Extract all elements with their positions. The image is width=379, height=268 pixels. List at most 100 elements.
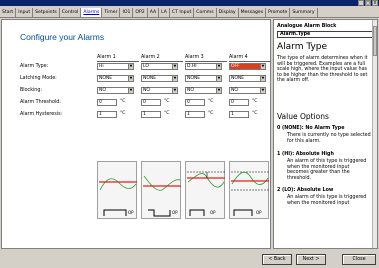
- tab-comms[interactable]: Comms: [194, 8, 217, 17]
- alarm-4-signal: [231, 171, 269, 185]
- title-bar: _ □ x: [0, 0, 379, 6]
- alarm-1-type-value: Hi: [99, 64, 104, 69]
- alarm-4-latching-select[interactable]: NONE ▼: [229, 75, 266, 82]
- alarm-3-output-trace: [189, 209, 205, 216]
- chevron-down-icon: ▼: [128, 76, 133, 81]
- alarm-2-hysteresis-input[interactable]: 1: [141, 111, 161, 118]
- minimize-icon[interactable]: _: [358, 0, 364, 6]
- alarm-1-op-label: OP: [128, 210, 134, 215]
- back-button[interactable]: < Back: [262, 254, 292, 265]
- alarm-1-graph: OP: [97, 161, 137, 219]
- help-header: Analogue Alarm Block: [277, 24, 337, 29]
- alarm-2-output-trace: [148, 209, 171, 217]
- tab-promote[interactable]: Promote: [266, 8, 291, 17]
- alarm-3-threshold-unit: °C: [208, 99, 214, 104]
- alarm-2-latching-value: NONE: [143, 76, 157, 81]
- alarm-2-op-label: OP: [172, 210, 178, 215]
- value-options-heading: Value Options: [277, 112, 329, 121]
- tab-display[interactable]: Display: [217, 8, 239, 17]
- alarm-3-graph: OP: [185, 161, 225, 219]
- alarm-3-latching-select[interactable]: NONE ▼: [185, 75, 222, 82]
- window-controls: _ □ x: [358, 0, 378, 6]
- tab-aa[interactable]: AA: [148, 8, 160, 17]
- alarm-2-blocking-select[interactable]: NO ▼: [141, 87, 178, 94]
- tab-input[interactable]: Input: [16, 8, 34, 17]
- help-parameter-path: Alarm.Type: [277, 31, 376, 38]
- option-hi-text: An alarm of this type is triggered when …: [287, 159, 367, 181]
- alarm-4-blocking-select[interactable]: NO ▼: [229, 87, 266, 94]
- tab-setpoints[interactable]: Setpoints: [33, 8, 60, 17]
- config-window: _ □ x Start Input Setpoints Control Alar…: [0, 0, 379, 268]
- alarm-1-latching-value: NONE: [99, 76, 113, 81]
- chevron-down-icon: ▼: [216, 88, 221, 93]
- chevron-down-icon: ▼: [260, 64, 265, 69]
- close-button[interactable]: Close: [342, 254, 376, 265]
- alarm-2-heading: Alarm 2: [141, 55, 183, 62]
- alarm-1-hysteresis-input[interactable]: 1: [97, 111, 117, 118]
- alarm-1-heading: Alarm 1: [97, 55, 139, 62]
- alarm-2-type-value: LO: [143, 64, 149, 69]
- maximize-icon[interactable]: □: [365, 0, 371, 6]
- alarm-threshold-label: Alarm Threshold:: [20, 100, 61, 105]
- alarm-1-signal: [99, 178, 137, 191]
- alarm-2-threshold-input[interactable]: 0: [141, 99, 161, 106]
- alarm-4-graph: OP: [229, 161, 269, 219]
- alarm-3-threshold-input[interactable]: 0: [185, 99, 205, 106]
- alarm-3-blocking-select[interactable]: NO ▼: [185, 87, 222, 94]
- alarm-1-latching-select[interactable]: NONE ▼: [97, 75, 134, 82]
- alarm-2-latching-select[interactable]: NONE ▼: [141, 75, 178, 82]
- alarm-2-threshold-unit: °C: [164, 99, 170, 104]
- chevron-down-icon: ▼: [216, 64, 221, 69]
- chevron-down-icon: ▼: [172, 76, 177, 81]
- alarm-3-blocking-value: NO: [187, 88, 194, 93]
- chevron-down-icon: ▼: [172, 64, 177, 69]
- tab-messages[interactable]: Messages: [239, 8, 267, 17]
- alarm-4-hysteresis-unit: °C: [252, 111, 258, 116]
- option-hi-title: 1 (HI): Absolute High: [277, 152, 334, 157]
- help-panel: Analogue Alarm Block Alarm.Type Alarm Ty…: [273, 19, 378, 249]
- blocking-label: Blocking:: [20, 88, 43, 93]
- alarm-1-blocking-value: NO: [99, 88, 106, 93]
- help-scroll-thumb[interactable]: [373, 26, 377, 56]
- alarm-3-hysteresis-input[interactable]: 1: [185, 111, 205, 118]
- alarm-4-output-trace: [233, 209, 253, 216]
- tab-op2[interactable]: OP2: [133, 8, 148, 17]
- tab-timer[interactable]: Timer: [102, 8, 121, 17]
- alarm-3-type-select[interactable]: D.HI ▼: [185, 63, 222, 70]
- alarm-1-threshold-unit: °C: [120, 99, 126, 104]
- tab-summary[interactable]: Summary: [290, 8, 318, 17]
- close-window-icon[interactable]: x: [372, 0, 378, 6]
- tab-start[interactable]: Start: [0, 8, 17, 17]
- help-scrollbar[interactable]: [372, 20, 377, 248]
- page-title: Configure your Alarms: [20, 32, 105, 42]
- tab-control[interactable]: Control: [60, 8, 82, 17]
- alarm-2-hysteresis-unit: °C: [164, 111, 170, 116]
- alarm-4-threshold-unit: °C: [252, 99, 258, 104]
- chevron-down-icon: ▼: [260, 76, 265, 81]
- next-button[interactable]: Next >: [296, 254, 326, 265]
- alarm-4-hysteresis-input[interactable]: 1: [229, 111, 249, 118]
- alarm-4-type-select[interactable]: OFF ▼: [229, 63, 266, 70]
- alarm-2-graph: OP: [141, 161, 181, 219]
- chevron-down-icon: ▼: [172, 88, 177, 93]
- alarm-1-hysteresis-unit: °C: [120, 111, 126, 116]
- tab-la[interactable]: LA: [159, 8, 170, 17]
- alarm-1-type-select[interactable]: Hi ▼: [97, 63, 134, 70]
- help-title: Alarm Type: [277, 42, 328, 52]
- alarm-3-type-value: D.HI: [187, 64, 197, 69]
- alarm-2-type-select[interactable]: LO ▼: [141, 63, 178, 70]
- alarm-1-blocking-select[interactable]: NO ▼: [97, 87, 134, 94]
- alarm-config-panel: Configure your Alarms Alarm Type: Latchi…: [1, 19, 271, 249]
- help-intro-text: The type of alarm determines when it wil…: [277, 56, 368, 84]
- tab-alarms[interactable]: Alarms: [81, 8, 103, 17]
- alarm-4-blocking-value: NO: [231, 88, 238, 93]
- alarm-2-blocking-value: NO: [143, 88, 150, 93]
- alarm-4-threshold-input[interactable]: 0: [229, 99, 249, 106]
- chevron-down-icon: ▼: [260, 88, 265, 93]
- alarm-3-hysteresis-unit: °C: [208, 111, 214, 116]
- option-none-text: There is currently no type selected for …: [287, 133, 371, 144]
- chevron-down-icon: ▼: [128, 88, 133, 93]
- alarm-1-threshold-input[interactable]: 0: [97, 99, 117, 106]
- tab-ct-input[interactable]: CT Input: [170, 8, 195, 17]
- tab-io1[interactable]: IO1: [120, 8, 134, 17]
